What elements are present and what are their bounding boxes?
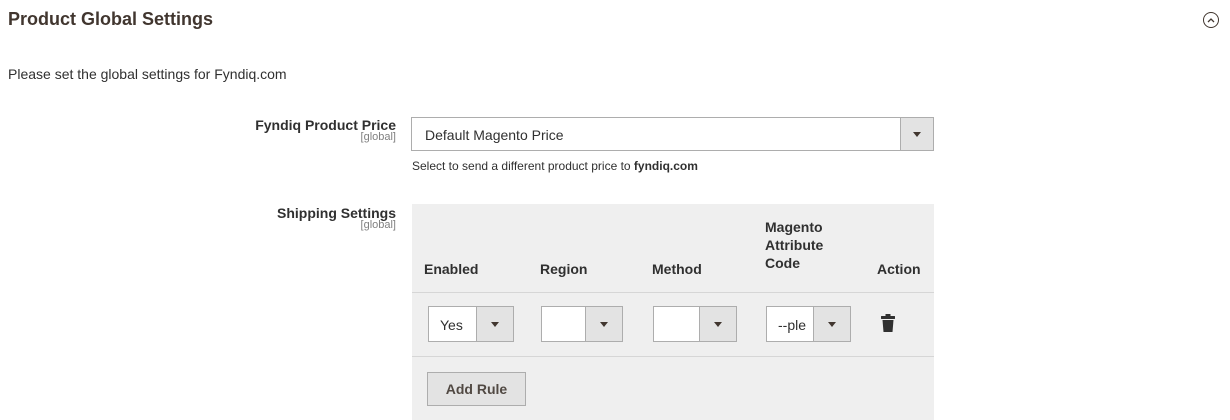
- row-divider: [412, 356, 934, 357]
- add-rule-button[interactable]: Add Rule: [427, 372, 526, 406]
- attribute-code-select[interactable]: --ple: [766, 306, 851, 342]
- dropdown-toggle[interactable]: [813, 307, 850, 341]
- fyndiq-product-price-label: Fyndiq Product Price [global]: [255, 117, 396, 143]
- trash-icon[interactable]: [881, 314, 895, 332]
- column-header-method: Method: [652, 261, 702, 277]
- header-line: Attribute: [765, 237, 824, 253]
- dropdown-toggle[interactable]: [699, 307, 736, 341]
- section-title[interactable]: Product Global Settings: [8, 9, 213, 30]
- collapse-section-button[interactable]: [1203, 12, 1219, 28]
- shipping-settings-label: Shipping Settings [global]: [277, 205, 396, 231]
- header-divider: [412, 292, 934, 293]
- method-select[interactable]: [653, 306, 737, 342]
- dropdown-toggle[interactable]: [476, 307, 513, 341]
- chevron-up-icon: [1207, 18, 1215, 23]
- dropdown-toggle[interactable]: [585, 307, 622, 341]
- dropdown-toggle[interactable]: [900, 118, 933, 150]
- product-price-select[interactable]: Default Magento Price: [411, 117, 934, 151]
- caret-down-icon: [828, 322, 836, 327]
- product-price-selected-value: Default Magento Price: [425, 127, 564, 143]
- header-line: Magento: [765, 219, 823, 235]
- caret-down-icon: [491, 322, 499, 327]
- note-text: Select to send a different product price…: [412, 159, 634, 173]
- caret-down-icon: [913, 132, 921, 137]
- header-line: Code: [765, 255, 800, 271]
- enabled-select[interactable]: Yes: [428, 306, 514, 342]
- section-description: Please set the global settings for Fyndi…: [8, 66, 287, 82]
- column-header-enabled: Enabled: [424, 261, 479, 277]
- column-header-action: Action: [877, 261, 921, 277]
- region-select[interactable]: [541, 306, 623, 342]
- caret-down-icon: [714, 322, 722, 327]
- product-price-note: Select to send a different product price…: [412, 159, 698, 173]
- column-header-region: Region: [540, 261, 588, 277]
- note-link-text: fyndiq.com: [633, 159, 698, 173]
- enabled-selected-value: Yes: [440, 317, 463, 333]
- column-header-magento-attribute-code: Magento Attribute Code: [765, 218, 823, 272]
- shipping-rules-table: Enabled Region Method Magento Attribute …: [412, 204, 934, 420]
- attribute-code-selected-value: --ple: [778, 317, 807, 333]
- caret-down-icon: [600, 322, 608, 327]
